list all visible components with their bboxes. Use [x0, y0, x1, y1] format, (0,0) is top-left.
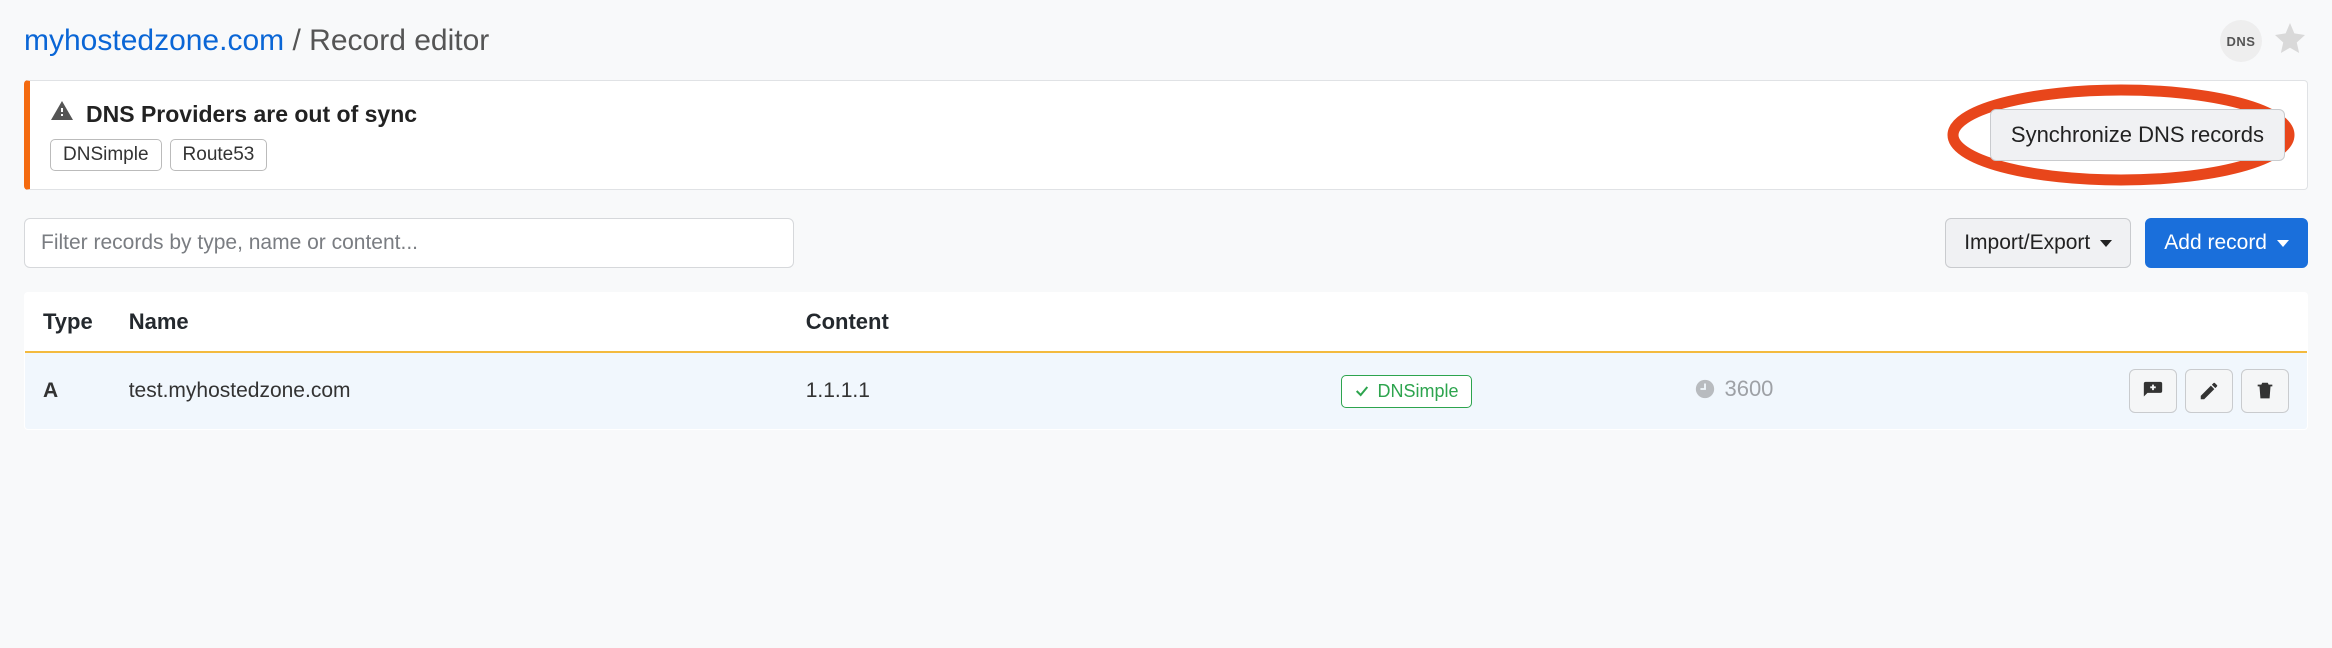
table-row[interactable]: A test.myhostedzone.com 1.1.1.1 DNSimple…: [25, 352, 2308, 430]
ttl-cell: 3600: [1694, 376, 1773, 402]
alert-title-text: DNS Providers are out of sync: [86, 101, 417, 128]
chevron-down-icon: [2100, 240, 2112, 247]
dns-badge: DNS: [2220, 20, 2262, 62]
cell-content: 1.1.1.1: [788, 352, 1051, 430]
pencil-icon: [2198, 380, 2220, 402]
records-toolbar: Import/Export Add record: [24, 218, 2308, 268]
import-export-button[interactable]: Import/Export: [1945, 218, 2131, 268]
breadcrumb-domain-link[interactable]: myhostedzone.com: [24, 24, 284, 57]
cell-name: test.myhostedzone.com: [111, 352, 788, 430]
provider-tag-route53: Route53: [170, 139, 268, 171]
add-record-label: Add record: [2164, 231, 2267, 255]
col-content: Content: [788, 293, 2308, 353]
add-record-button[interactable]: Add record: [2145, 218, 2308, 268]
breadcrumb-page: Record editor: [309, 24, 489, 57]
warning-icon: [50, 99, 74, 129]
provider-badge-label: DNSimple: [1378, 381, 1459, 402]
delete-button[interactable]: [2241, 369, 2289, 413]
cell-type: A: [25, 352, 111, 430]
check-icon: [1354, 383, 1370, 399]
breadcrumb: myhostedzone.com / Record editor: [24, 24, 489, 58]
comment-plus-icon: [2142, 380, 2164, 402]
sync-alert: DNS Providers are out of sync DNSimple R…: [24, 80, 2308, 190]
breadcrumb-separator: /: [292, 24, 300, 57]
page-header: myhostedzone.com / Record editor DNS: [24, 20, 2308, 62]
provider-tag-dnsimple: DNSimple: [50, 139, 162, 171]
col-type: Type: [25, 293, 111, 353]
ttl-value: 3600: [1724, 376, 1773, 402]
filter-input[interactable]: [24, 218, 794, 268]
import-export-label: Import/Export: [1964, 231, 2090, 255]
records-table: Type Name Content A test.myhostedzone.co…: [24, 292, 2308, 430]
add-note-button[interactable]: [2129, 369, 2177, 413]
star-icon[interactable]: [2272, 20, 2308, 62]
trash-icon: [2254, 380, 2276, 402]
chevron-down-icon: [2277, 240, 2289, 247]
edit-button[interactable]: [2185, 369, 2233, 413]
clock-icon: [1694, 378, 1716, 400]
col-name: Name: [111, 293, 788, 353]
provider-badge: DNSimple: [1341, 375, 1472, 408]
synchronize-button[interactable]: Synchronize DNS records: [1990, 109, 2285, 161]
